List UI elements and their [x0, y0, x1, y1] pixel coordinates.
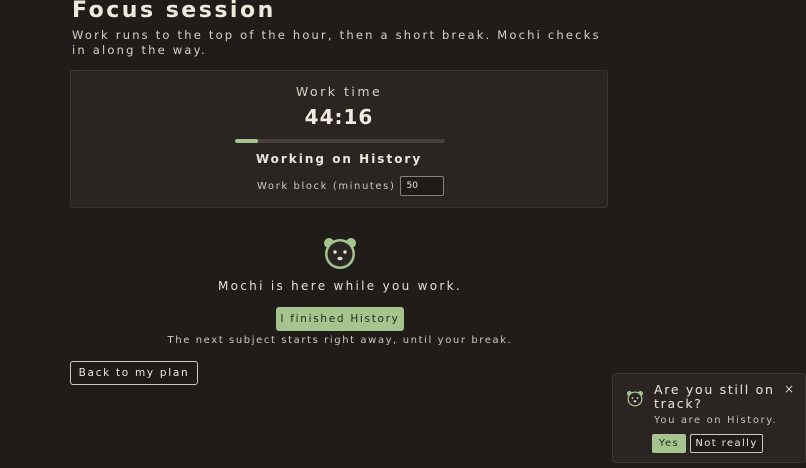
mochi-message: Mochi is here while you work.: [217, 279, 462, 293]
progress-bar-fill: [235, 139, 259, 143]
close-icon[interactable]: ×: [782, 382, 796, 396]
work-block-setting: Work block (minutes): [257, 176, 444, 196]
check-in-toast: Are you still on track? × You are on His…: [612, 373, 806, 463]
check-in-question: Are you still on track?: [654, 382, 775, 411]
current-subject: Working on History: [255, 152, 423, 166]
check-in-yes-button[interactable]: Yes: [652, 434, 686, 453]
timer-label: Work time: [295, 84, 383, 99]
back-to-plan-button[interactable]: Back to my plan: [70, 361, 198, 385]
timer-countdown: 44:16: [304, 105, 374, 129]
mochi-bear-face-icon: [627, 391, 643, 407]
progress-bar: [235, 139, 445, 143]
mochi-bear-face-icon: [324, 238, 356, 269]
finish-subject-button[interactable]: I finished History: [276, 307, 404, 331]
check-in-detail: You are on History.: [654, 415, 778, 426]
work-block-label: Work block (minutes): [257, 180, 396, 192]
timer-card: Work time 44:16 Working on History Work …: [70, 70, 608, 208]
check-in-not-really-button[interactable]: Not really: [690, 434, 763, 453]
page-subtitle: Work runs to the top of the hour, then a…: [72, 28, 601, 57]
page-title: Focus session: [72, 0, 276, 23]
next-subject-note: The next subject starts right away, unti…: [167, 335, 513, 346]
work-block-minutes-input[interactable]: [399, 176, 444, 196]
